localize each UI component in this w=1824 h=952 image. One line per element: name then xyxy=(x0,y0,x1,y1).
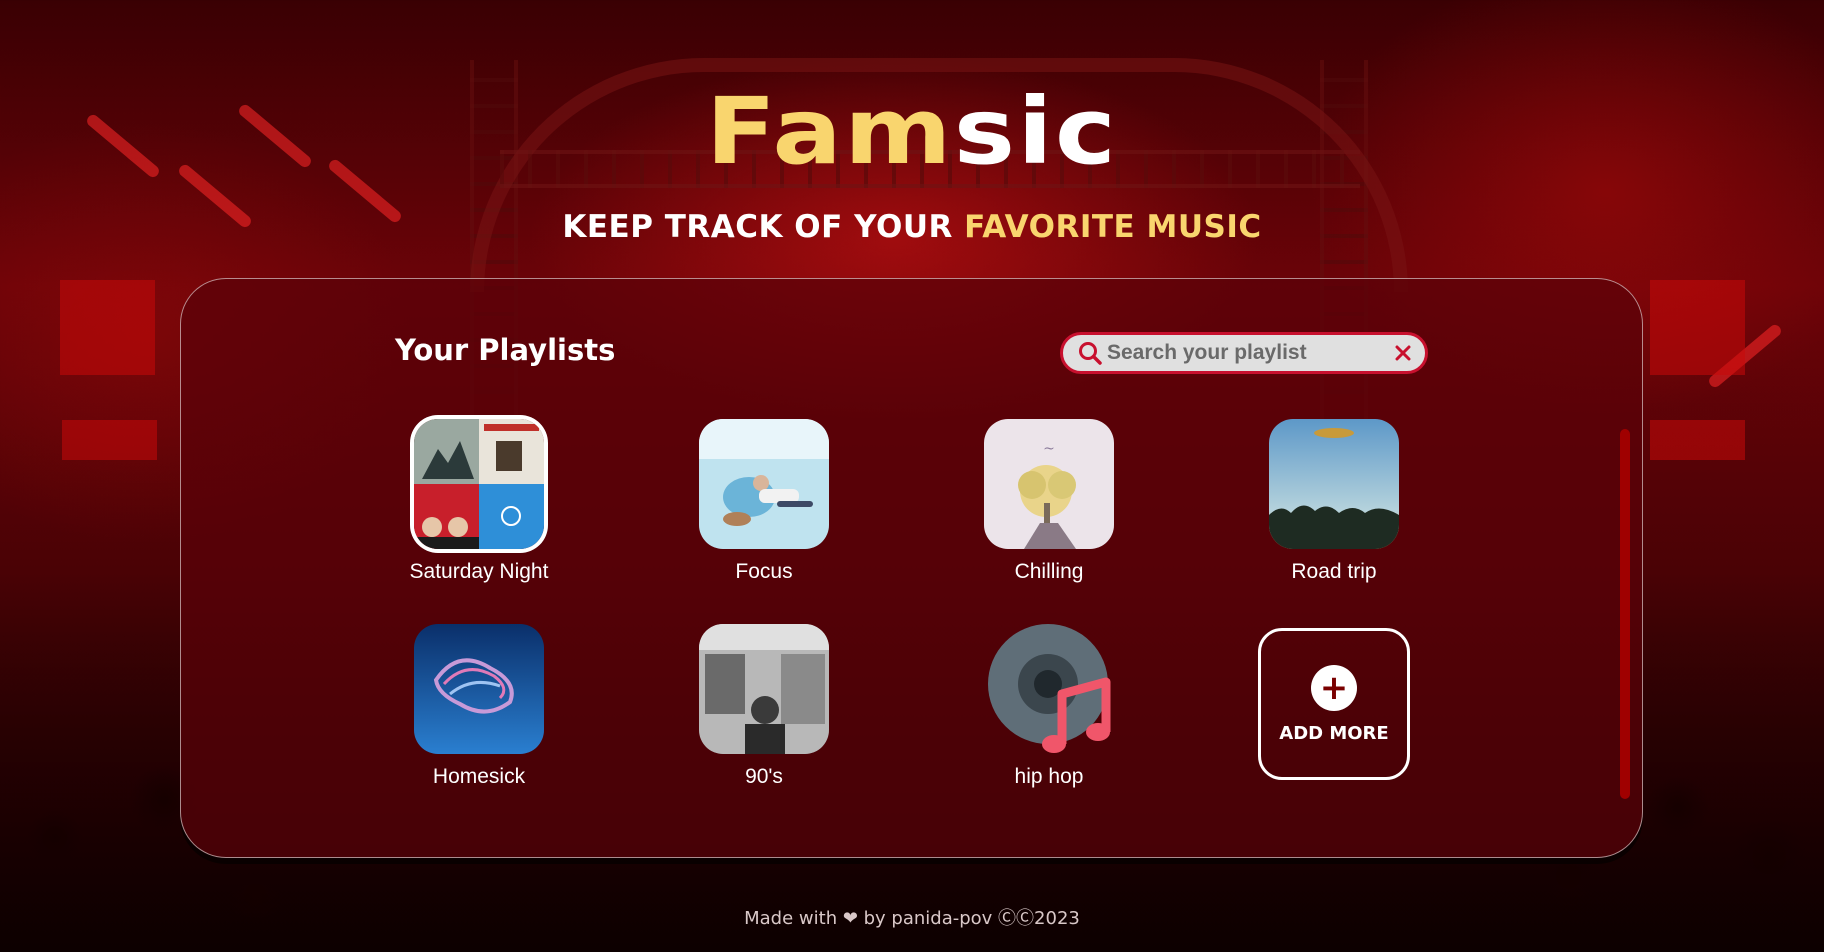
panel-title: Your Playlists xyxy=(395,333,616,367)
stage-screen xyxy=(1650,420,1745,460)
playlist-tile[interactable]: Focus xyxy=(674,419,854,585)
playlists-panel: Your Playlists Search your playlist Satu… xyxy=(180,278,1643,858)
search-input[interactable] xyxy=(1103,337,1394,369)
plus-icon: + xyxy=(1311,664,1357,711)
playlist-name: Saturday Night xyxy=(409,560,549,583)
playlist-tile[interactable]: hip hop xyxy=(959,624,1139,790)
playlist-cover[interactable] xyxy=(1269,419,1399,549)
svg-text:~: ~ xyxy=(1043,441,1055,457)
tagline: KEEP TRACK OF YOUR FAVORITE MUSIC xyxy=(0,207,1824,247)
playlist-tile[interactable]: Saturday Night xyxy=(389,419,569,585)
stage-screen xyxy=(1650,280,1745,375)
search-icon xyxy=(1077,335,1103,371)
search-box xyxy=(1060,332,1428,374)
playlist-cover[interactable] xyxy=(414,419,544,549)
playlist-cover[interactable] xyxy=(699,624,829,754)
logo-text-accent: Fam xyxy=(705,78,954,185)
stage-screen xyxy=(62,420,157,460)
clear-search-icon[interactable] xyxy=(1394,340,1412,366)
playlist-tile[interactable]: 90's xyxy=(674,624,854,790)
vinyl-music-icon[interactable] xyxy=(984,624,1114,754)
tagline-accent: FAVORITE MUSIC xyxy=(964,209,1262,245)
tagline-lead: KEEP TRACK OF YOUR xyxy=(562,209,965,245)
playlist-cover[interactable]: ~ xyxy=(984,419,1114,549)
playlist-name: Chilling xyxy=(1014,560,1084,583)
playlist-tile[interactable]: ~ Chilling xyxy=(959,419,1139,585)
playlist-cover[interactable] xyxy=(414,624,544,754)
playlist-tile[interactable]: Homesick xyxy=(389,624,569,790)
stage-screen xyxy=(60,280,155,375)
playlist-cover[interactable] xyxy=(699,419,829,549)
playlist-name: Homesick xyxy=(432,765,526,788)
playlist-name: Focus xyxy=(735,560,793,583)
app-logo: Famsic xyxy=(0,82,1824,182)
logo-text-main: sic xyxy=(953,78,1119,185)
playlist-name: 90's xyxy=(745,765,783,788)
footer-credit: Made with ❤ by panida-pov ⒸⒸ2023 xyxy=(744,908,1080,929)
playlist-name: Road trip xyxy=(1291,560,1377,583)
panel-scrollbar[interactable] xyxy=(1620,429,1630,799)
add-more-label: ADD MORE xyxy=(1279,722,1389,744)
playlist-name: hip hop xyxy=(1014,765,1084,788)
add-more-button[interactable]: + ADD MORE xyxy=(1258,628,1410,780)
playlist-tile[interactable]: Road trip xyxy=(1244,419,1424,585)
